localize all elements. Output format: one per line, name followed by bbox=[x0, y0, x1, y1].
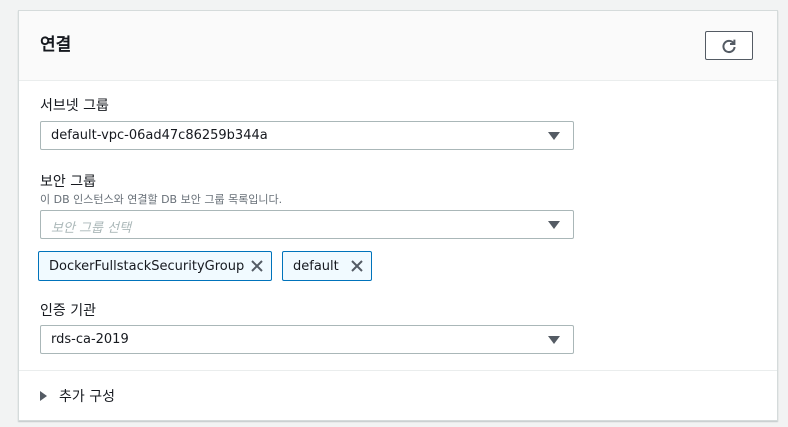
security-group-select[interactable]: 보안 그룹 선택 bbox=[40, 210, 574, 239]
security-group-placeholder: 보안 그룹 선택 bbox=[51, 221, 132, 236]
close-icon[interactable] bbox=[250, 259, 264, 273]
certificate-authority-select[interactable]: rds-ca-2019 bbox=[40, 325, 574, 354]
refresh-icon bbox=[722, 39, 736, 53]
close-icon[interactable] bbox=[350, 259, 364, 273]
subnet-group-value: default-vpc-06ad47c86259b344a bbox=[51, 128, 268, 143]
additional-config-expander[interactable]: 추가 구성 bbox=[40, 386, 115, 406]
certificate-authority-label: 인증 기관 bbox=[40, 303, 96, 319]
caret-down-icon bbox=[548, 221, 560, 229]
certificate-authority-value: rds-ca-2019 bbox=[51, 332, 129, 347]
caret-down-icon bbox=[548, 132, 560, 140]
subnet-group-label: 서브넷 그룹 bbox=[40, 98, 109, 114]
caret-down-icon bbox=[548, 336, 560, 344]
panel-title: 연결 bbox=[40, 35, 72, 55]
caret-right-icon bbox=[40, 391, 47, 401]
security-group-label: 보안 그룹 bbox=[40, 174, 96, 190]
additional-config-label: 추가 구성 bbox=[59, 389, 115, 405]
token-label: default bbox=[293, 258, 339, 274]
token-label: DockerFullstackSecurityGroup bbox=[49, 258, 245, 274]
security-group-token: DockerFullstackSecurityGroup bbox=[38, 251, 272, 281]
refresh-button[interactable] bbox=[705, 31, 753, 60]
security-group-token: default bbox=[282, 251, 372, 281]
connectivity-panel: 연결 서브넷 그룹 default-vpc-06ad47c86259b344a … bbox=[18, 10, 778, 421]
subnet-group-select[interactable]: default-vpc-06ad47c86259b344a bbox=[40, 121, 574, 150]
panel-header: 연결 bbox=[19, 11, 777, 81]
divider bbox=[19, 370, 777, 371]
security-group-description: 이 DB 인스턴스와 연결할 DB 보안 그룹 목록입니다. bbox=[40, 193, 283, 206]
